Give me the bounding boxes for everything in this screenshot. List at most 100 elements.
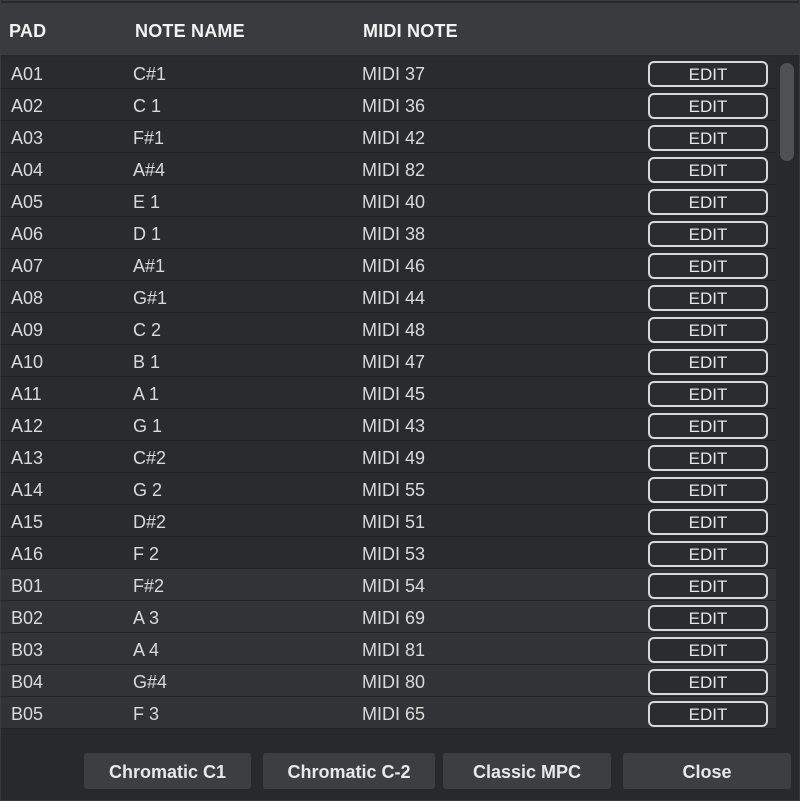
pad-row: A04 A#4 MIDI 82 EDIT [1,153,776,185]
pad-row: A01 C#1 MIDI 37 EDIT [1,57,776,89]
note-name: A#4 [133,160,166,180]
pad-row: A16 F 2 MIDI 53 EDIT [1,537,776,569]
edit-button[interactable]: EDIT [648,541,768,567]
pad-id: A02 [11,96,44,116]
pad-id: A15 [11,512,44,532]
header-note-name: NOTE NAME [135,21,245,41]
edit-button[interactable]: EDIT [648,253,768,279]
pad-list[interactable]: A01 C#1 MIDI 37 EDIT A02 C 1 MIDI 36 EDIT A03 F#1… [1,56,776,739]
pad-id: A10 [11,352,44,372]
edit-button[interactable]: EDIT [648,381,768,407]
pad-id: A16 [11,544,44,564]
note-name: C 1 [133,96,162,116]
edit-button[interactable]: EDIT [648,317,768,343]
note-name: A 4 [133,640,160,660]
header-pad: PAD [9,21,47,41]
note-name: D#2 [133,512,167,532]
note-name: F 3 [133,704,160,724]
pad-row: A05 E 1 MIDI 40 EDIT [1,185,776,217]
pad-row: B04 G#4 MIDI 80 EDIT [1,665,776,697]
note-name: A#1 [133,256,166,276]
header-midi-note: MIDI NOTE [363,21,458,41]
midi-note: MIDI 54 [362,576,426,596]
note-name: B 1 [133,352,161,372]
midi-note: MIDI 55 [362,480,426,500]
pad-id: A14 [11,480,44,500]
note-name: G#4 [133,672,168,692]
pad-id: A04 [11,160,44,180]
note-name: G 1 [133,416,163,436]
pad-row: A14 G 2 MIDI 55 EDIT [1,473,776,505]
scrollbar-thumb[interactable] [780,63,794,161]
edit-button[interactable]: EDIT [648,605,768,631]
pad-id: B03 [11,640,44,660]
pad-id: A08 [11,288,44,308]
edit-button[interactable]: EDIT [648,413,768,439]
note-name: F#1 [133,128,165,148]
note-name: G#1 [133,288,168,308]
midi-note: MIDI 49 [362,448,426,468]
edit-button[interactable]: EDIT [648,349,768,375]
pad-id: B04 [11,672,44,692]
pad-id: A05 [11,192,44,212]
midi-note: MIDI 37 [362,64,426,84]
pad-id: A01 [11,64,44,84]
midi-note: MIDI 42 [362,128,426,148]
midi-note: MIDI 40 [362,192,426,212]
edit-button[interactable]: EDIT [648,125,768,151]
edit-button[interactable]: EDIT [648,189,768,215]
pad-row: A02 C 1 MIDI 36 EDIT [1,89,776,121]
note-name: G 2 [133,480,163,500]
midi-note: MIDI 46 [362,256,426,276]
note-name: F 2 [133,544,160,564]
pad-row: B05 F 3 MIDI 65 EDIT [1,697,776,729]
midi-note: MIDI 65 [362,704,426,724]
chromatic-c1-button[interactable]: Chromatic C1 [84,753,251,789]
edit-button[interactable]: EDIT [648,573,768,599]
note-name: D 1 [133,224,162,244]
pad-id: A12 [11,416,44,436]
pad-id: A11 [11,384,42,404]
edit-button[interactable]: EDIT [648,221,768,247]
pad-id: B05 [11,704,44,724]
midi-note: MIDI 53 [362,544,426,564]
pad-row: A15 D#2 MIDI 51 EDIT [1,505,776,537]
edit-button[interactable]: EDIT [648,509,768,535]
midi-note: MIDI 38 [362,224,426,244]
edit-button[interactable]: EDIT [648,701,768,727]
pad-row: B03 A 4 MIDI 81 EDIT [1,633,776,665]
pad-id: B01 [11,576,44,596]
pad-id: A09 [11,320,44,340]
midi-note: MIDI 69 [362,608,426,628]
note-name: E 1 [133,192,161,212]
table-header: PAD NOTE NAME MIDI NOTE [1,3,799,55]
close-button[interactable]: Close [623,753,791,789]
edit-button[interactable]: EDIT [648,285,768,311]
edit-button[interactable]: EDIT [648,669,768,695]
edit-button[interactable]: EDIT [648,157,768,183]
pad-row: A10 B 1 MIDI 47 EDIT [1,345,776,377]
classic-mpc-button[interactable]: Classic MPC [443,753,611,789]
edit-button[interactable]: EDIT [648,445,768,471]
pad-row: A12 G 1 MIDI 43 EDIT [1,409,776,441]
pad-id: A03 [11,128,44,148]
pad-row: A03 F#1 MIDI 42 EDIT [1,121,776,153]
pad-row: A06 D 1 MIDI 38 EDIT [1,217,776,249]
edit-button[interactable]: EDIT [648,61,768,87]
note-name: C#1 [133,64,167,84]
pad-row: A13 C#2 MIDI 49 EDIT [1,441,776,473]
midi-note: MIDI 36 [362,96,426,116]
midi-note: MIDI 48 [362,320,426,340]
edit-button[interactable]: EDIT [648,637,768,663]
edit-button[interactable]: EDIT [648,477,768,503]
pad-id: B02 [11,608,44,628]
pad-row: A11 A 1 MIDI 45 EDIT [1,377,776,409]
pad-row: A07 A#1 MIDI 46 EDIT [1,249,776,281]
pad-row: A08 G#1 MIDI 44 EDIT [1,281,776,313]
note-name: C 2 [133,320,162,340]
chromatic-c-minus2-button[interactable]: Chromatic C-2 [263,753,435,789]
midi-note: MIDI 44 [362,288,426,308]
midi-note: MIDI 81 [362,640,426,660]
edit-button[interactable]: EDIT [648,93,768,119]
pad-id: A06 [11,224,44,244]
